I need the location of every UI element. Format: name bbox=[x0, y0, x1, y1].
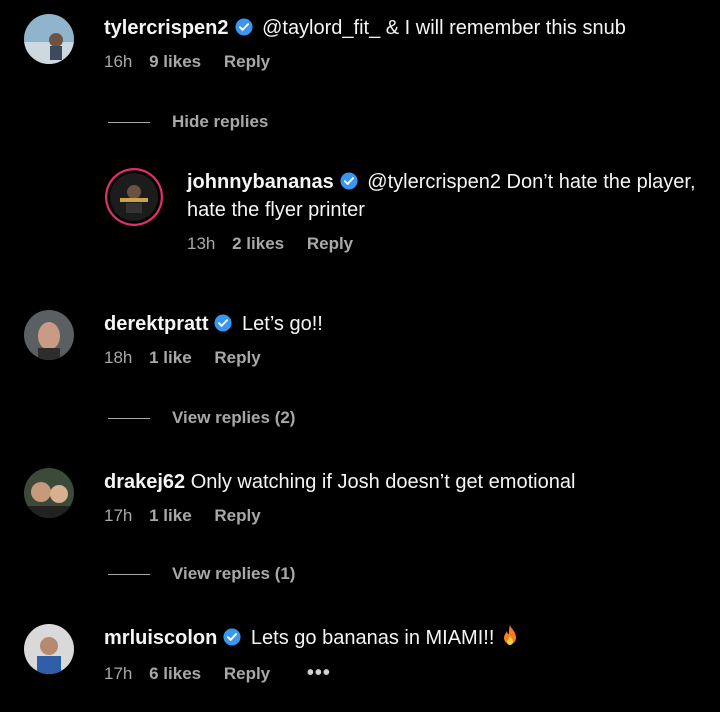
toggle-label: View replies (1) bbox=[172, 564, 296, 583]
likes-count[interactable]: 9 likes bbox=[149, 52, 201, 71]
fire-emoji-icon bbox=[504, 625, 517, 645]
reply-button[interactable]: Reply bbox=[214, 348, 260, 367]
hide-replies-button[interactable]: Hide replies bbox=[108, 112, 268, 132]
view-replies-button[interactable]: View replies (2) bbox=[108, 408, 295, 428]
avatar-johnnybananas[interactable] bbox=[105, 168, 163, 226]
verified-badge-icon bbox=[223, 628, 241, 646]
comment-time: 13h bbox=[187, 234, 216, 253]
reply-button[interactable]: Reply bbox=[307, 234, 353, 253]
verified-badge-icon bbox=[234, 18, 253, 36]
toggle-label: Hide replies bbox=[172, 112, 269, 131]
comment-time: 18h bbox=[104, 348, 133, 367]
verified-badge-icon bbox=[214, 314, 233, 332]
username[interactable]: mrluiscolon bbox=[104, 627, 217, 649]
username[interactable]: drakej62 bbox=[104, 471, 185, 493]
reply-button[interactable]: Reply bbox=[224, 664, 270, 683]
view-replies-button[interactable]: View replies (1) bbox=[108, 564, 295, 584]
more-options-icon[interactable]: ••• bbox=[307, 662, 331, 684]
comment-text: Let’s go!! bbox=[242, 313, 323, 335]
toggle-label: View replies (2) bbox=[172, 408, 296, 427]
avatar-derektpratt[interactable] bbox=[24, 310, 74, 360]
comment-text: @taylord_fit_ & I will remember this snu… bbox=[262, 17, 626, 39]
avatar-tylercrispen2[interactable] bbox=[24, 14, 74, 64]
divider-line bbox=[108, 122, 150, 124]
likes-count[interactable]: 1 like bbox=[149, 348, 192, 367]
avatar-mrluiscolon[interactable] bbox=[24, 624, 74, 674]
username[interactable]: tylercrispen2 bbox=[104, 17, 229, 39]
reply-button[interactable]: Reply bbox=[214, 506, 260, 525]
likes-count[interactable]: 2 likes bbox=[232, 234, 284, 253]
comment-text: Lets go bananas in MIAMI!! bbox=[250, 627, 495, 649]
reply-button[interactable]: Reply bbox=[224, 52, 270, 71]
divider-line bbox=[108, 574, 150, 576]
username[interactable]: derektpratt bbox=[104, 313, 208, 335]
likes-count[interactable]: 6 likes bbox=[149, 664, 201, 683]
likes-count[interactable]: 1 like bbox=[149, 506, 192, 525]
divider-line bbox=[108, 418, 150, 420]
verified-badge-icon bbox=[340, 172, 358, 190]
comment-time: 17h bbox=[104, 506, 133, 525]
comment-text: Only watching if Josh doesn’t get emotio… bbox=[190, 471, 576, 493]
avatar-drakej62[interactable] bbox=[24, 468, 74, 518]
comment-time: 17h bbox=[104, 664, 133, 683]
username[interactable]: johnnybananas bbox=[187, 171, 334, 193]
comment-time: 16h bbox=[104, 52, 133, 71]
